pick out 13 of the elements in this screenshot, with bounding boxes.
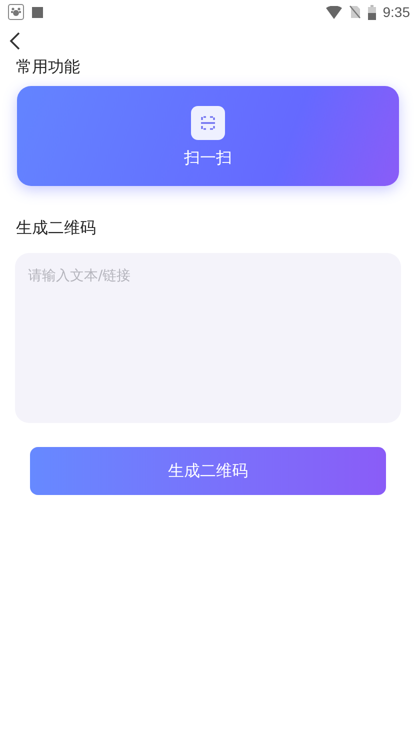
notification-icon [32, 6, 43, 18]
scan-icon [191, 106, 225, 140]
generate-button[interactable]: 生成二维码 [30, 447, 386, 495]
section-title: 常用功能 [16, 56, 81, 78]
wifi-icon [326, 6, 342, 18]
status-time: 9:35 [382, 4, 410, 20]
section-title: 生成二维码 [16, 217, 97, 239]
back-icon [9, 32, 21, 50]
battery-icon [368, 4, 376, 20]
text-input[interactable]: 请输入文本/链接 [15, 253, 401, 423]
app-icon [8, 4, 24, 20]
no-sim-icon [348, 5, 361, 19]
scan-card[interactable]: 扫一扫 [17, 86, 399, 186]
